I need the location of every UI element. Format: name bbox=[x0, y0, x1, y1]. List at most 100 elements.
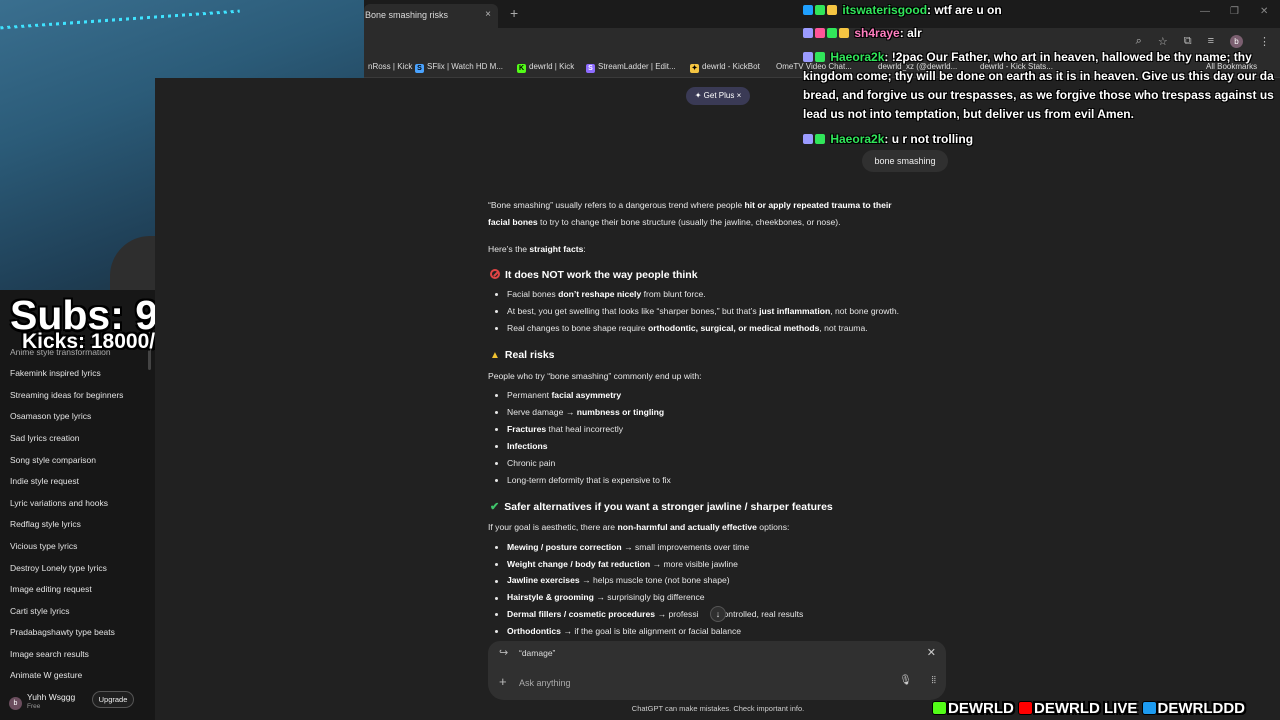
close-window-button[interactable]: ✕ bbox=[1260, 6, 1268, 17]
sidebar-item[interactable]: Carti style lyrics bbox=[10, 606, 70, 616]
sidebar-item[interactable]: Destroy Lonely type lyrics bbox=[10, 563, 107, 573]
user-message-bubble: bone smashing bbox=[862, 150, 948, 172]
sidebar-item[interactable]: Pradabagshawty type beats bbox=[10, 627, 115, 637]
bullet-dot bbox=[495, 613, 498, 616]
list-item: Chronic pain bbox=[507, 458, 556, 468]
prohibited-icon bbox=[490, 269, 500, 279]
led-strip bbox=[0, 9, 240, 30]
zoom-icon[interactable]: ⌕ bbox=[1136, 35, 1142, 48]
close-icon[interactable]: ✕ bbox=[927, 646, 936, 659]
badge-icon bbox=[803, 52, 813, 62]
bullet-dot bbox=[495, 580, 498, 583]
response-paragraph: People who try “bone smashing” commonly … bbox=[488, 371, 702, 381]
list-item: At best, you get swelling that looks lik… bbox=[507, 306, 900, 316]
get-plus-button[interactable]: ✦ Get Plus × bbox=[686, 87, 750, 105]
sidebar-item[interactable]: Image search results bbox=[10, 649, 89, 659]
response-paragraph: facial bones to try to change their bone… bbox=[488, 217, 841, 227]
minimize-button[interactable]: — bbox=[1200, 6, 1210, 17]
list-item: Dermal fillers / cosmetic procedures → p… bbox=[507, 609, 804, 619]
new-tab-button[interactable]: + bbox=[510, 5, 518, 21]
badge-icon bbox=[815, 134, 825, 144]
bullet-dot bbox=[495, 546, 498, 549]
bookmark-item[interactable]: S SFlix | Watch HD M... bbox=[415, 62, 503, 73]
bullet-dot bbox=[495, 563, 498, 566]
bullet-dot bbox=[495, 428, 498, 431]
bookmark-item[interactable]: S StreamLadder | Edit... bbox=[586, 62, 676, 73]
badge-icon bbox=[803, 5, 813, 15]
list-item: Real changes to bone shape require ortho… bbox=[507, 323, 868, 333]
sidebar-item[interactable]: Fakemink inspired lyrics bbox=[10, 368, 101, 378]
reply-arrow-icon: ↪ bbox=[499, 647, 509, 659]
kickbot-icon: ✦ bbox=[690, 64, 699, 73]
badge-icon bbox=[827, 28, 837, 38]
section-heading: ✔ Safer alternatives if you want a strong… bbox=[490, 501, 833, 513]
bullet-dot bbox=[495, 394, 498, 397]
heart-badge-icon bbox=[815, 28, 825, 38]
crown-badge-icon bbox=[827, 5, 837, 15]
list-item: Orthodontics → if the goal is bite align… bbox=[507, 626, 742, 636]
bullet-dot bbox=[495, 327, 498, 330]
warning-icon: ▲ bbox=[490, 350, 500, 361]
tab-close-icon[interactable]: × bbox=[485, 9, 491, 20]
menu-icon[interactable]: ⋮ bbox=[1259, 35, 1270, 48]
chat-main-area bbox=[155, 78, 1280, 720]
bookmark-star-icon[interactable]: ☆ bbox=[1158, 35, 1168, 48]
sidebar-item[interactable]: Vicious type lyrics bbox=[10, 541, 77, 551]
crown-badge-icon bbox=[839, 28, 849, 38]
message-composer: + 🎙 ⦙⦙ bbox=[488, 665, 946, 700]
user-name[interactable]: Yuhh Wsggg bbox=[27, 692, 75, 702]
bookmark-item[interactable]: ✦ dewrld - KickBot bbox=[690, 62, 760, 73]
mic-icon[interactable]: 🎙 bbox=[899, 675, 912, 686]
bullet-dot bbox=[495, 445, 498, 448]
bookmark-item[interactable]: Kdewrld | Kick bbox=[517, 62, 574, 73]
tab-bone-smashing[interactable]: Bone smashing risks × bbox=[364, 4, 498, 28]
sidebar-item[interactable]: Streaming ideas for beginners bbox=[10, 390, 123, 400]
profile-avatar[interactable]: b bbox=[1230, 35, 1243, 48]
bullet-dot bbox=[495, 479, 498, 482]
attach-plus-icon[interactable]: + bbox=[499, 674, 507, 689]
checkmark-icon: ✔ bbox=[490, 501, 500, 513]
bookmark-item[interactable]: nRoss | Kick bbox=[368, 62, 412, 71]
bullet-dot bbox=[495, 293, 498, 296]
list-item: Fractures that heal incorrectly bbox=[507, 424, 624, 434]
badge-icon bbox=[815, 52, 825, 62]
stream-chat-message: Haeora2k: u r not trolling bbox=[803, 132, 973, 146]
kick-logo-icon bbox=[932, 701, 947, 715]
list-item: Mewing / posture correction → small impr… bbox=[507, 542, 750, 552]
stream-chat-message: sh4raye: alr bbox=[803, 26, 922, 40]
bullet-dot bbox=[495, 310, 498, 313]
section-heading: ▲ Real risks bbox=[490, 349, 555, 361]
tab-title: Bone smashing risks bbox=[365, 10, 449, 20]
sidebar-item[interactable]: Song style comparison bbox=[10, 455, 96, 465]
bullet-dot bbox=[495, 411, 498, 414]
voice-mode-icon[interactable]: ⦙⦙ bbox=[932, 675, 936, 686]
list-item: Long-term deformity that is expensive to… bbox=[507, 475, 671, 485]
extensions-icon[interactable]: ⧉ bbox=[1184, 35, 1192, 48]
reply-quote-text: “damage” bbox=[519, 648, 556, 658]
streamladder-icon: S bbox=[586, 64, 595, 73]
section-heading: It does NOT work the way people think bbox=[490, 269, 698, 281]
sidebar-item[interactable]: Indie style request bbox=[10, 476, 79, 486]
list-item: Hairstyle & grooming → surprisingly big … bbox=[507, 592, 705, 602]
scroll-down-button[interactable]: ↓ bbox=[710, 606, 726, 622]
list-item: Permanent facial asymmetry bbox=[507, 390, 622, 400]
media-icon[interactable]: ≡ bbox=[1208, 35, 1214, 48]
list-item: Weight change / body fat reduction → mor… bbox=[507, 559, 738, 569]
sidebar-item[interactable]: Lyric variations and hooks bbox=[10, 498, 108, 508]
sidebar-item[interactable]: Osamason type lyrics bbox=[10, 411, 91, 421]
bullet-dot bbox=[495, 630, 498, 633]
sidebar-item[interactable]: Redflag style lyrics bbox=[10, 519, 81, 529]
list-item: Jawline exercises → helps muscle tone (n… bbox=[507, 575, 730, 585]
badge-icon bbox=[815, 5, 825, 15]
sidebar-item[interactable]: Image editing request bbox=[10, 584, 92, 594]
sidebar-item[interactable]: Sad lyrics creation bbox=[10, 433, 79, 443]
response-paragraph: If your goal is aesthetic, there are non… bbox=[488, 522, 790, 532]
sidebar-item[interactable]: Animate W gesture bbox=[10, 670, 82, 680]
list-item: Facial bones don’t reshape nicely from b… bbox=[507, 289, 706, 299]
ask-input[interactable] bbox=[519, 676, 859, 690]
reply-quote-bar: ↪ “damage” ✕ bbox=[488, 641, 946, 665]
maximize-button[interactable]: ❐ bbox=[1230, 6, 1239, 17]
list-item: Nerve damage → numbness or tingling bbox=[507, 407, 665, 417]
twitter-logo-icon bbox=[1141, 701, 1157, 715]
chat-history-sidebar: Anime style transformation Fakemink insp… bbox=[0, 290, 155, 720]
